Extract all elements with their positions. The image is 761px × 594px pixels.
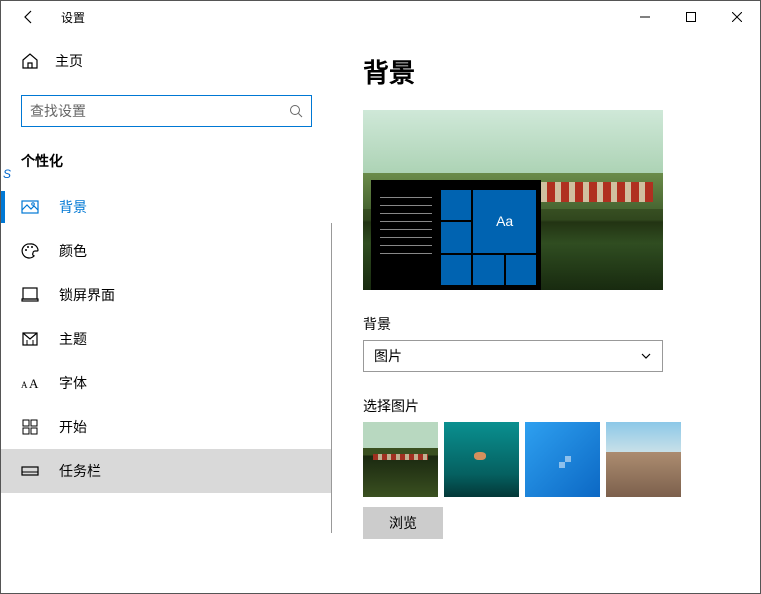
search-box[interactable]: [21, 95, 312, 127]
maximize-icon: [686, 12, 696, 22]
nav-label: 颜色: [59, 241, 87, 261]
nav-themes[interactable]: 主题: [1, 317, 332, 361]
stray-letter: S: [3, 167, 11, 181]
home-nav[interactable]: 主页: [1, 41, 332, 81]
nav-label: 锁屏界面: [59, 285, 115, 305]
background-label: 背景: [363, 314, 730, 334]
nav-start[interactable]: 开始: [1, 405, 332, 449]
preview-startmenu-overlay: Aa: [371, 180, 541, 290]
start-icon: [21, 418, 39, 436]
nav-lockscreen[interactable]: 锁屏界面: [1, 273, 332, 317]
svg-text:A: A: [21, 380, 28, 390]
thumb-3[interactable]: [525, 422, 600, 497]
preview-tile-aa: Aa: [473, 190, 536, 253]
search-input[interactable]: [30, 103, 289, 119]
nav-label: 字体: [59, 373, 87, 393]
taskbar-icon: [21, 462, 39, 480]
scrollbar-track[interactable]: [331, 223, 332, 533]
home-icon: [21, 52, 39, 70]
preview-tiles: Aa: [441, 190, 536, 285]
chevron-down-icon: [640, 350, 652, 362]
choose-picture-label: 选择图片: [363, 396, 730, 416]
maximize-button[interactable]: [668, 1, 714, 33]
palette-icon: [21, 242, 39, 260]
back-button[interactable]: [17, 5, 41, 29]
window-title: 设置: [61, 9, 85, 26]
nav-fonts[interactable]: AA 字体: [1, 361, 332, 405]
home-label: 主页: [55, 51, 83, 71]
search-icon: [289, 104, 303, 118]
preview-start-list: [376, 190, 436, 285]
section-header: 个性化: [1, 145, 332, 185]
picture-thumbnails: [363, 422, 730, 497]
preview-houses: [533, 182, 653, 202]
arrow-left-icon: [21, 9, 37, 25]
font-icon: AA: [21, 374, 39, 392]
nav-background[interactable]: 背景: [1, 185, 332, 229]
nav-label: 任务栏: [59, 461, 101, 481]
window-controls: [622, 1, 760, 33]
sidebar: 主页 S 个性化 背景 颜色 锁屏界面 主题: [1, 33, 333, 593]
lockscreen-icon: [21, 286, 39, 304]
thumb-1[interactable]: [363, 422, 438, 497]
close-button[interactable]: [714, 1, 760, 33]
svg-text:A: A: [29, 376, 39, 391]
desktop-preview: Aa: [363, 110, 663, 290]
body: 主页 S 个性化 背景 颜色 锁屏界面 主题: [1, 33, 760, 593]
thumb-4[interactable]: [606, 422, 681, 497]
picture-icon: [21, 198, 39, 216]
minimize-icon: [640, 12, 650, 22]
dropdown-value: 图片: [374, 346, 402, 366]
nav-taskbar[interactable]: 任务栏: [1, 449, 332, 493]
nav-label: 主题: [59, 329, 87, 349]
settings-window: 设置 主页 S 个性化: [0, 0, 761, 594]
page-title: 背景: [363, 53, 730, 90]
preview-sky: [363, 110, 663, 182]
background-type-dropdown[interactable]: 图片: [363, 340, 663, 372]
nav-label: 背景: [59, 197, 87, 217]
thumb-2[interactable]: [444, 422, 519, 497]
nav-colors[interactable]: 颜色: [1, 229, 332, 273]
minimize-button[interactable]: [622, 1, 668, 33]
nav-label: 开始: [59, 417, 87, 437]
theme-icon: [21, 330, 39, 348]
titlebar: 设置: [1, 1, 760, 33]
close-icon: [732, 12, 742, 22]
browse-button[interactable]: 浏览: [363, 507, 443, 539]
main-content: 背景 Aa 背景: [333, 33, 760, 593]
